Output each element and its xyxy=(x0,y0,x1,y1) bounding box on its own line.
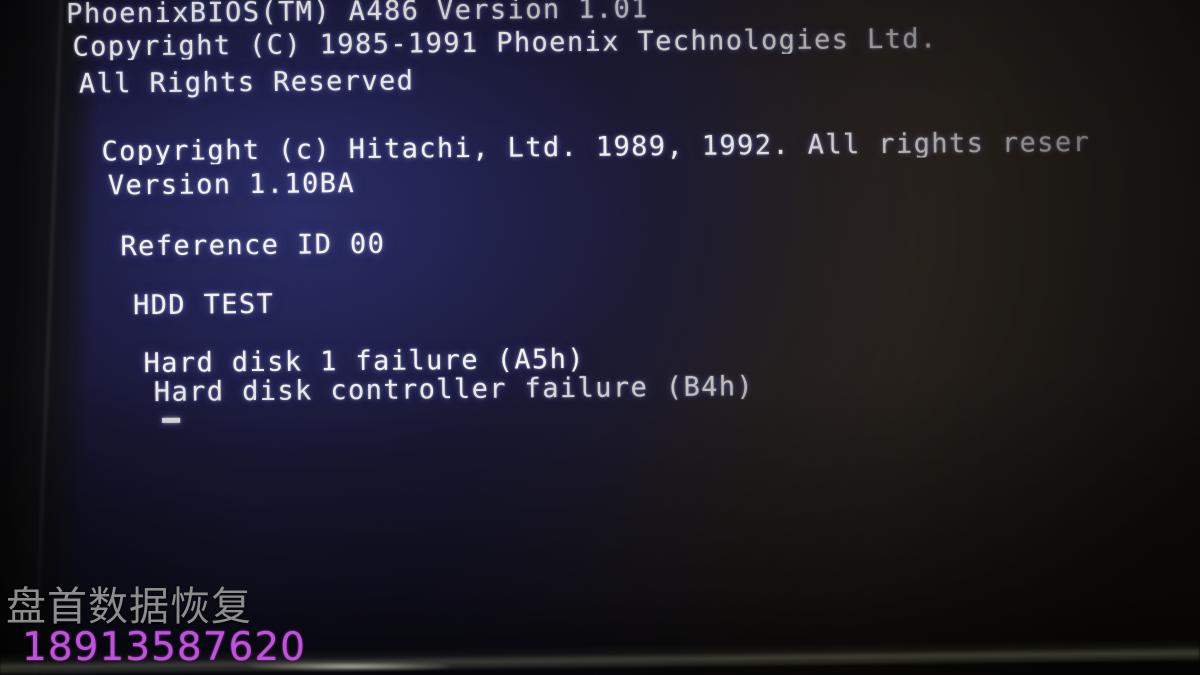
bios-console-text: PhoenixBIOS(TM) A486 Version 1.01 Copyri… xyxy=(0,0,1200,675)
hard-disk-1-failure-line: Hard disk 1 failure (A5h) xyxy=(143,343,586,380)
hitachi-copyright-line: Copyright (c) Hitachi, Ltd. 1989, 1992. … xyxy=(101,126,1091,168)
reference-id-line: Reference ID 00 xyxy=(120,228,386,263)
crt-monitor-photo: PhoenixBIOS(TM) A486 Version 1.01 Copyri… xyxy=(0,0,1200,675)
rights-reserved-line: All Rights Reserved xyxy=(78,65,415,100)
hdd-controller-failure-line: Hard disk controller failure (B4h) xyxy=(153,371,755,408)
text-cursor xyxy=(162,417,181,423)
phoenix-copyright-line: Copyright (C) 1985-1991 Phoenix Technolo… xyxy=(72,23,938,63)
bios-banner-line: PhoenixBIOS(TM) A486 Version 1.01 xyxy=(66,0,649,30)
hdd-test-heading-line: HDD TEST xyxy=(132,288,275,322)
hitachi-version-line: Version 1.10BA xyxy=(107,168,356,202)
